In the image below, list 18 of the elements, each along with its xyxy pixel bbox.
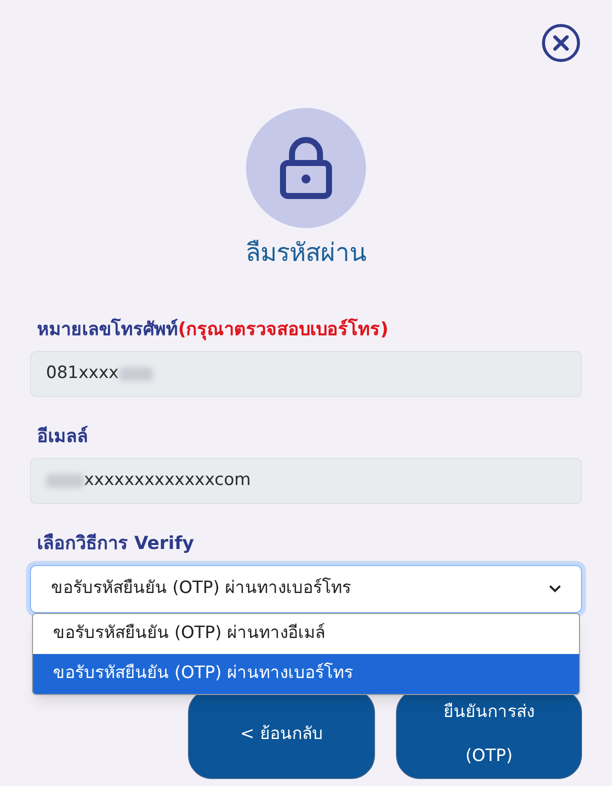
field-label: อีเมลล์ [36,424,89,448]
email-field[interactable]: xxxxxxxxxxxxxcom [30,458,582,504]
select-value: ขอรับรหัสยืนยัน (OTP) ผ่านทางเบอร์โทร [51,576,352,600]
chevron-down-icon [549,584,561,592]
field-label: เลือกวิธีการ Verify [36,532,196,556]
warning-note: (กรุณาตรวจสอบเบอร์โทร) [178,317,388,342]
lock-icon [280,137,332,199]
close-button[interactable] [542,24,580,62]
dropdown-option[interactable]: ขอรับรหัสยืนยัน (OTP) ผ่านทางเบอร์โทร [33,654,579,694]
field-value: 081xxxx [46,362,119,385]
page-title: ลืมรหัสผ่าน [246,237,366,269]
field-value: xxxxxxxxxxxxxcom [84,468,251,492]
field-label: หมายเลขโทรศัพท์ [37,317,178,342]
close-icon [553,35,569,51]
phone-field[interactable]: 081xxxx [30,350,582,396]
dropdown-option[interactable]: ขอรับรหัสยืนยัน (OTP) ผ่านทางอีเมล์ [33,614,579,654]
redacted-blur [118,366,153,380]
redacted-blur [46,474,84,488]
